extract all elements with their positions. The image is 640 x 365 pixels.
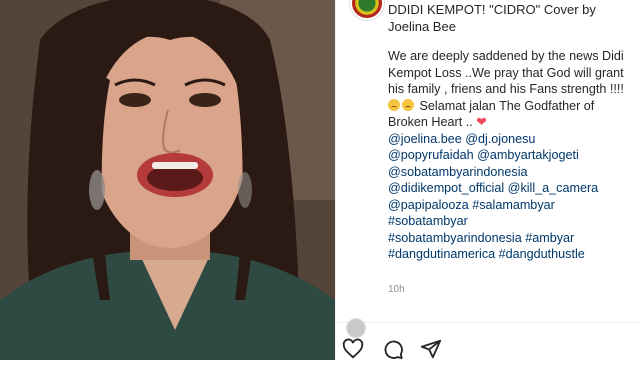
comment-bubble-icon: [384, 340, 403, 360]
hashtag-link[interactable]: #dangduthustle: [499, 247, 585, 261]
comment-avatar: [346, 318, 366, 338]
heart-outline-icon: [342, 338, 364, 359]
mention-link[interactable]: @kill_a_camera: [508, 181, 598, 195]
sad-face-emoji-1: [388, 98, 400, 111]
post-title: DDIDI KEMPOT! "CIDRO" Cover by Joelina B…: [388, 1, 628, 35]
mention-link[interactable]: @sobatambyarindonesia: [388, 165, 528, 179]
mention-link[interactable]: @joelina.bee: [388, 132, 462, 146]
post-panel: DDIDI KEMPOT! "CIDRO" Cover by Joelina B…: [335, 0, 640, 360]
post-timestamp: 10h: [388, 284, 405, 295]
hashtag-link[interactable]: #sobatambyar: [388, 214, 468, 228]
post-caption: We are deeply saddened by the news Didi …: [388, 48, 633, 263]
post-title-text: DDIDI KEMPOT! "CIDRO" Cover by Joelina B…: [388, 2, 596, 34]
share-button[interactable]: [420, 338, 442, 360]
mention-link[interactable]: @dj.ojonesu: [465, 132, 535, 146]
caption-farewell: Selamat jalan The Godfather of Broken He…: [388, 98, 595, 130]
mention-link[interactable]: @papipalooza: [388, 198, 469, 212]
hashtag-link[interactable]: #dangdutinamerica: [388, 247, 495, 261]
like-button[interactable]: [342, 338, 364, 360]
hashtag-link[interactable]: #salamambyar: [472, 198, 555, 212]
paper-plane-icon: [420, 339, 442, 359]
red-heart-emoji: ❤: [476, 115, 487, 129]
caption-text: We are deeply saddened by the news Didi …: [388, 49, 624, 96]
action-bar: [340, 336, 630, 360]
hashtag-link[interactable]: #sobatambyarindonesia: [388, 231, 522, 245]
comment-button[interactable]: [382, 338, 404, 360]
account-avatar[interactable]: [350, 0, 384, 20]
hashtag-link[interactable]: #ambyar: [525, 231, 574, 245]
mention-link[interactable]: @didikempot_official: [388, 181, 504, 195]
divider: [336, 322, 640, 323]
mention-link[interactable]: @ambyartakjogeti: [477, 148, 579, 162]
video-frame-woman-singing: [0, 0, 335, 360]
video-player[interactable]: [0, 0, 335, 360]
mention-link[interactable]: @popyrufaidah: [388, 148, 474, 162]
sad-face-emoji-2: [402, 98, 414, 111]
